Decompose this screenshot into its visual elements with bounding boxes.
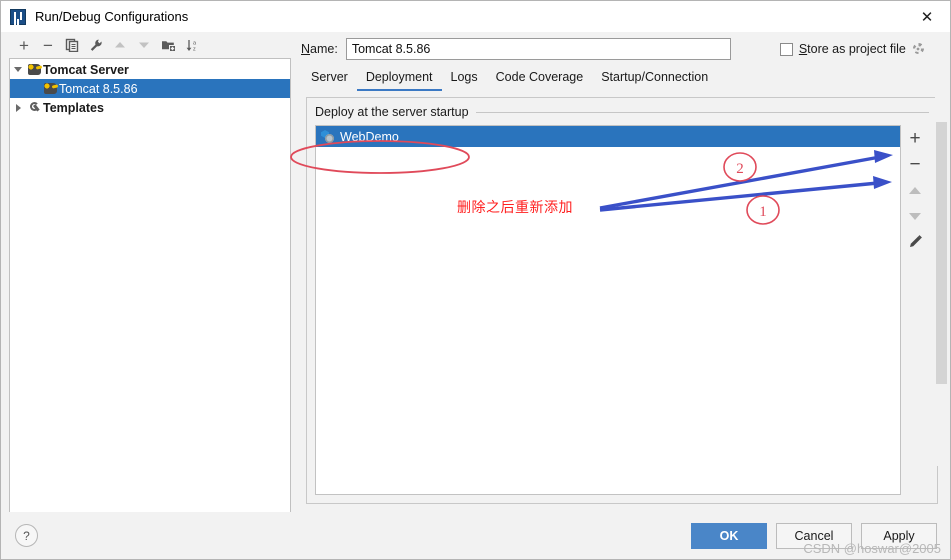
tab-startup-connection[interactable]: Startup/Connection [592,69,717,91]
tree-item-tomcat-8-5-86[interactable]: Tomcat 8.5.86 [10,79,290,98]
pencil-icon [910,235,922,247]
store-as-project-file-label[interactable]: Store as project file [799,42,906,56]
sort-configurations-button[interactable]: a z [181,35,203,56]
name-field-label: Name: [301,42,338,56]
close-icon[interactable]: ✕ [904,1,950,32]
wrench-icon [26,101,43,114]
configuration-editor-pane: Name: Store as project file Server Deplo… [297,32,950,512]
tomcat-icon [42,83,59,94]
plus-icon: + [19,35,29,55]
remove-artifact-button[interactable]: − [903,152,927,176]
move-down-button [133,35,155,56]
editor-tabs: Server Deployment Logs Code Coverage Sta… [301,66,950,91]
deploy-group-header: Deploy at the server startup [315,105,929,119]
expand-arrow-down-icon[interactable] [10,67,26,72]
configurations-tree[interactable]: Tomcat Server Tomcat 8.5.86 Templates [9,58,291,512]
tree-item-tomcat-server[interactable]: Tomcat Server [10,60,290,79]
copy-icon [65,38,79,52]
store-as-project-file-row[interactable]: Store as project file [779,42,926,56]
store-as-project-file-checkbox[interactable] [779,42,793,56]
dialog-scrollbar-thumb[interactable] [936,122,947,384]
triangle-down-icon [909,212,921,220]
ok-button[interactable]: OK [691,522,767,549]
expand-arrow-right-icon[interactable] [10,103,26,112]
tree-item-label: Tomcat Server [43,62,129,77]
plus-icon: + [909,127,921,149]
wrench-icon [90,39,102,51]
minus-icon: − [43,35,53,55]
new-folder-button[interactable] [157,35,179,56]
list-item-webdemo[interactable]: WebDemo [316,126,900,147]
configurations-pane: + − a z Tomcat Server Tomcat 8.5.86 Temp… [1,32,297,512]
sort-az-icon: a z [186,39,197,52]
dialog-body: + − a z Tomcat Server Tomcat 8.5.86 Temp… [1,32,950,512]
move-artifact-down-button [903,204,927,228]
copy-configuration-button[interactable] [61,35,83,56]
add-configuration-button[interactable]: + [13,35,35,56]
svg-text:z: z [193,46,196,52]
deploy-area: WebDemo + − [315,125,929,495]
csdn-watermark: CSDN @hoswar@2005 [803,541,941,556]
configurations-toolbar: + − a z [9,32,297,58]
tab-code-coverage[interactable]: Code Coverage [487,69,593,91]
deploy-group-title: Deploy at the server startup [315,105,469,119]
annotation-note-text: 删除之后重新添加 [457,200,573,216]
gear-icon[interactable] [912,42,926,56]
deployment-panel: Deploy at the server startup WebDemo + − [306,97,938,504]
deployment-artifacts-list[interactable]: WebDemo [315,125,901,495]
deployment-side-toolbar: + − [901,125,929,495]
tab-logs[interactable]: Logs [442,69,487,91]
help-button[interactable]: ? [15,524,38,547]
run-debug-configurations-dialog: Run/Debug Configurations ✕ + − a z Tomca… [0,0,951,560]
name-row: Name: Store as project file [301,32,950,66]
remove-configuration-button[interactable]: − [37,35,59,56]
triangle-down-icon [139,42,149,48]
list-item-label: WebDemo [340,129,399,144]
triangle-up-icon [115,42,125,48]
folder-plus-icon [161,41,176,52]
tomcat-icon [26,64,43,75]
intellij-idea-icon [10,8,26,25]
tab-deployment[interactable]: Deployment [356,69,442,91]
tree-item-templates[interactable]: Templates [10,98,290,117]
name-input[interactable] [345,38,731,60]
add-artifact-button[interactable]: + [903,126,927,150]
dialog-scrollbar[interactable] [935,80,948,466]
group-separator [475,111,929,113]
edit-templates-button[interactable] [85,35,107,56]
window-title: Run/Debug Configurations [35,9,189,24]
tree-item-label: Tomcat 8.5.86 [59,81,138,96]
title-bar: Run/Debug Configurations ✕ [1,1,950,32]
artifact-icon [321,130,335,143]
move-artifact-up-button [903,178,927,202]
minus-icon: − [909,153,921,175]
tree-item-label: Templates [43,100,104,115]
triangle-up-icon [909,186,921,194]
edit-artifact-button[interactable] [903,230,927,254]
move-up-button [109,35,131,56]
tab-server[interactable]: Server [302,69,357,91]
